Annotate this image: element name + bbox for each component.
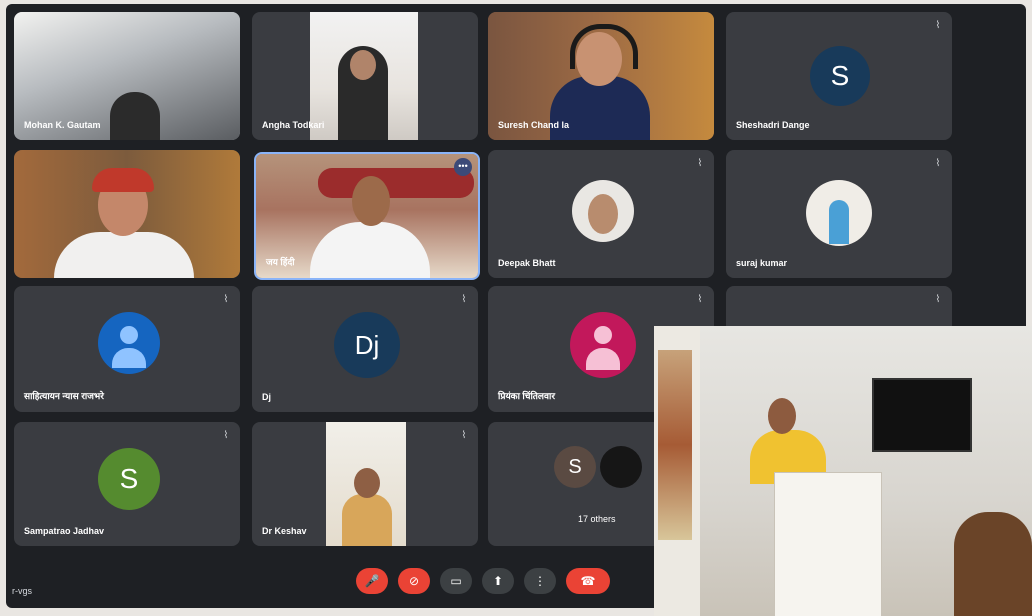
participant-name: Mohan K. Gautam [24,120,101,130]
participant-tile[interactable]: ⌇ साहित्यायन न्यास राजभरे [14,286,240,412]
others-count: 17 others [578,514,616,524]
person-icon [120,326,138,344]
participant-figure [110,92,160,140]
avatar: S [98,448,160,510]
participant-name: Suresh Chand la [498,120,570,130]
captions-button[interactable]: ▭ [440,568,472,594]
participant-tile[interactable]: Angha Todkari [252,12,478,140]
avatar [600,446,642,488]
more-options-button[interactable]: ⋮ [524,568,556,594]
mic-off-icon: ⌇ [697,294,703,305]
wall-poster [658,350,692,540]
podium [774,472,882,616]
mic-off-icon: ⌇ [935,20,941,31]
participant-tile[interactable]: ⌇ Dj Dj [252,286,478,412]
avatar: S [810,46,870,106]
room-photo-overlay [654,326,1032,616]
call-controls: 🎤 ⊘ ▭ ⬆ ⋮ ☎ [356,568,610,594]
participant-tile[interactable]: ⌇ suraj kumar [726,150,952,278]
speaker-face [768,398,796,434]
avatar [806,180,872,246]
call-end-icon: ☎ [580,574,596,588]
more-vert-icon: ⋮ [534,574,546,588]
participant-name: Dr Keshav [262,526,307,536]
participant-face [350,50,376,80]
mic-off-icon: ⌇ [461,294,467,305]
participant-tile[interactable]: ⌇ Deepak Bhatt [488,150,714,278]
avatar [570,312,636,378]
participant-turban [92,168,154,192]
mic-off-icon: ⌇ [935,158,941,169]
tv-screen [872,378,972,452]
avatar: Dj [334,312,400,378]
participant-name: Dj [262,392,271,402]
participant-figure [54,232,194,278]
participant-tile[interactable]: Mohan K. Gautam [14,12,240,140]
participant-face [354,468,380,498]
participant-face [352,176,390,226]
participant-figure [342,494,392,546]
headphones-icon [570,24,638,69]
avatar [572,180,634,242]
participant-tile[interactable] [14,150,240,278]
participant-tile[interactable]: ⌇ S Sampatrao Jadhav [14,422,240,546]
participant-name: Angha Todkari [262,120,325,130]
mic-off-button[interactable]: 🎤 [356,568,388,594]
participant-name: साहित्यायन न्यास राजभरे [24,391,104,401]
captions-icon: ▭ [450,574,462,588]
participant-tile[interactable]: ⌇ S Sheshadri Dange [726,12,952,140]
banner [318,168,474,198]
participant-name: Sheshadri Dange [736,120,810,130]
participant-name: प्रियंका चिंतिलवार [498,391,556,401]
participant-name: Deepak Bhatt [498,258,556,268]
meeting-code: r-vgs [12,586,32,596]
mic-off-icon: 🎤 [364,574,380,588]
leave-call-button[interactable]: ☎ [566,568,610,594]
person-icon [594,326,612,344]
seated-person [954,512,1032,616]
participant-tile-active[interactable]: ••• जय हिंदी [254,152,480,280]
present-icon: ⬆ [492,574,504,588]
participant-name: suraj kumar [736,258,788,268]
participant-tile[interactable]: ⌇ Dr Keshav [252,422,478,546]
mic-off-icon: ⌇ [697,158,703,169]
more-options-icon[interactable]: ••• [454,158,472,176]
avatar: S [554,446,596,488]
mic-off-icon: ⌇ [461,430,467,441]
participant-name: Sampatrao Jadhav [24,526,105,536]
participant-tile[interactable]: Suresh Chand la [488,12,714,140]
present-button[interactable]: ⬆ [482,568,514,594]
avatar [98,312,160,374]
mic-off-icon: ⌇ [223,430,229,441]
camera-off-icon: ⊘ [408,574,420,588]
mic-off-icon: ⌇ [935,294,941,305]
camera-off-button[interactable]: ⊘ [398,568,430,594]
mic-off-icon: ⌇ [223,294,229,305]
participant-name: जय हिंदी [266,257,295,267]
